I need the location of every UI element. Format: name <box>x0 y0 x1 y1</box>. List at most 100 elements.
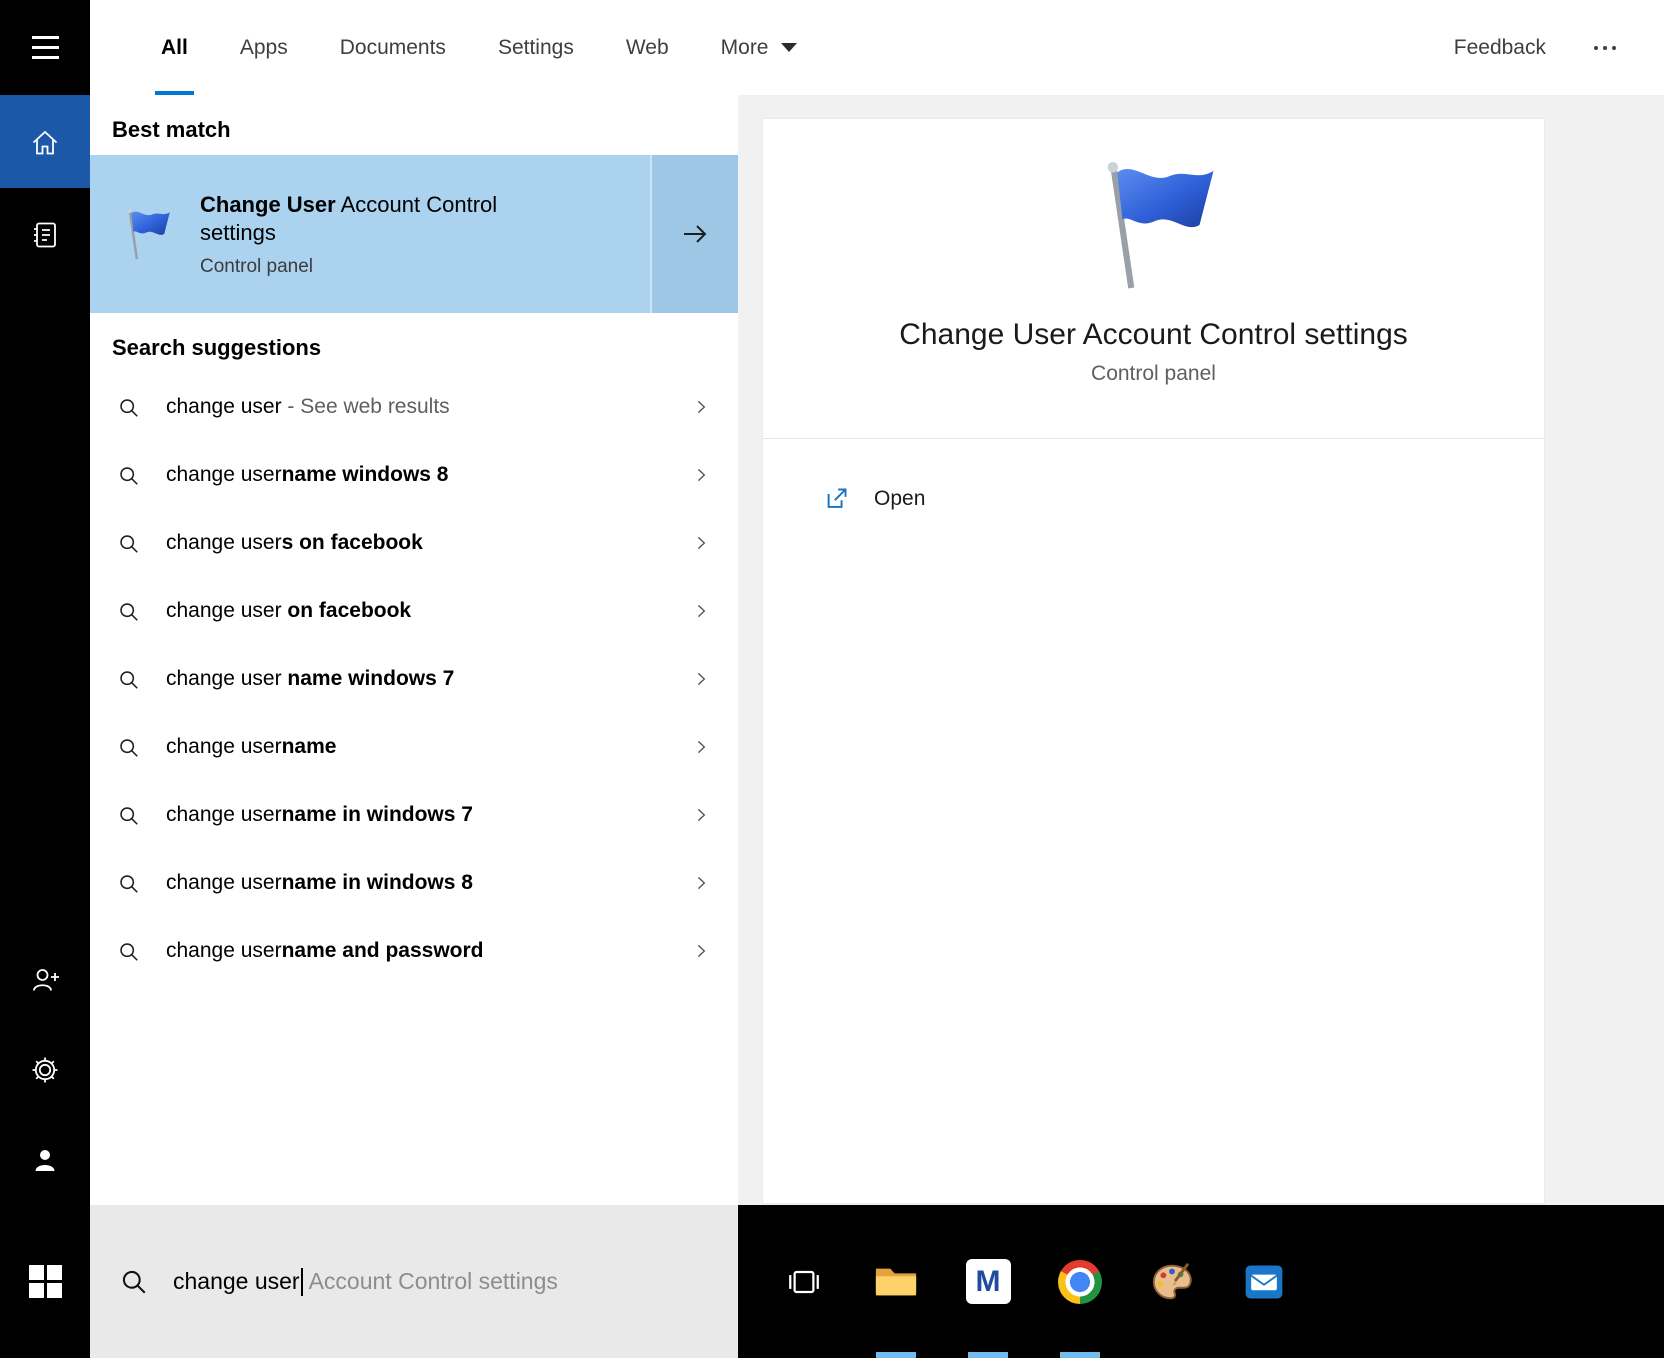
topbar-right: Feedback <box>1420 0 1664 95</box>
search-icon <box>118 805 139 826</box>
preview-title: Change User Account Control settings <box>763 318 1544 352</box>
mail-app-icon <box>1242 1260 1286 1304</box>
chevron-down-icon <box>781 43 797 52</box>
chevron-right-icon[interactable] <box>692 466 710 484</box>
more-options-icon[interactable] <box>1580 46 1664 50</box>
best-match-result[interactable]: Change User Account Control settings Con… <box>90 155 738 313</box>
search-suggestion-row[interactable]: change username and password <box>90 917 738 985</box>
search-icon <box>118 941 139 962</box>
chrome-button[interactable] <box>1034 1205 1126 1358</box>
results-panel: Best match Change User Account Control s… <box>90 95 738 1205</box>
tab-web[interactable]: Web <box>600 0 695 95</box>
tab-label: Web <box>626 36 669 60</box>
chevron-right-icon[interactable] <box>692 534 710 552</box>
paint-palette-icon <box>1149 1259 1195 1305</box>
file-explorer-button[interactable] <box>850 1205 942 1358</box>
search-suggestion-row[interactable]: change user name windows 7 <box>90 645 738 713</box>
mail-app-button[interactable] <box>1218 1205 1310 1358</box>
best-match-header: Best match <box>90 95 738 155</box>
add-user-icon <box>29 964 61 996</box>
suggestion-label: change users on facebook <box>166 531 692 555</box>
preview-subtitle: Control panel <box>763 362 1544 386</box>
preview-card-top: Change User Account Control settings Con… <box>763 119 1544 386</box>
search-suggestion-row[interactable]: change username in windows 8 <box>90 849 738 917</box>
suggestion-typed: change user <box>166 735 282 758</box>
filter-tabs-bar: All Apps Documents Settings Web More Fee… <box>90 0 1664 95</box>
flag-icon <box>118 206 174 262</box>
suggestion-label: change username in windows 8 <box>166 871 692 895</box>
suggestion-label: change username and password <box>166 939 692 963</box>
chevron-right-icon[interactable] <box>692 670 710 688</box>
search-suggestion-row[interactable]: change username <box>90 713 738 781</box>
open-action[interactable]: Open <box>763 439 1544 512</box>
suggestion-completion: name <box>282 735 337 758</box>
task-view-icon <box>784 1262 824 1302</box>
suggestion-typed: change user <box>166 599 282 622</box>
windows-logo-icon <box>29 1265 62 1298</box>
sidebar-item-account[interactable] <box>0 1115 90 1205</box>
sidebar-item-home[interactable] <box>0 95 90 188</box>
chevron-right-icon[interactable] <box>692 942 710 960</box>
start-button[interactable] <box>0 1205 90 1358</box>
search-suggestion-row[interactable]: change users on facebook <box>90 509 738 577</box>
best-match-main[interactable]: Change User Account Control settings Con… <box>90 155 650 313</box>
search-icon <box>118 533 139 554</box>
suggestions-header: Search suggestions <box>90 313 738 373</box>
open-app-indicator <box>968 1352 1008 1358</box>
search-input[interactable]: change userAccount Control settings <box>90 1205 738 1358</box>
chevron-right-icon[interactable] <box>692 806 710 824</box>
suggestion-label: change username windows 8 <box>166 463 692 487</box>
search-icon <box>118 465 139 486</box>
suggestion-label: change user name windows 7 <box>166 667 692 691</box>
suggestion-completion: s on facebook <box>282 531 423 554</box>
best-match-text: Change User Account Control settings Con… <box>200 191 540 278</box>
tab-apps[interactable]: Apps <box>214 0 314 95</box>
search-icon <box>118 397 139 418</box>
tab-label: Apps <box>240 36 288 60</box>
search-suggestion-row[interactable]: change user on facebook <box>90 577 738 645</box>
m-app-button[interactable]: M <box>942 1205 1034 1358</box>
feedback-button[interactable]: Feedback <box>1420 36 1580 60</box>
sidebar-item-settings[interactable] <box>0 1025 90 1115</box>
suggestion-completion: name windows 8 <box>282 463 449 486</box>
sidebar-item-add-account[interactable] <box>0 935 90 1025</box>
tab-documents[interactable]: Documents <box>314 0 472 95</box>
paint-button[interactable] <box>1126 1205 1218 1358</box>
preview-card: Change User Account Control settings Con… <box>762 118 1545 1204</box>
suggestion-completion: name and password <box>282 939 484 962</box>
search-icon <box>118 669 139 690</box>
chevron-right-icon[interactable] <box>692 874 710 892</box>
chrome-icon <box>1058 1260 1102 1304</box>
search-icon <box>118 737 139 758</box>
search-input-text: change userAccount Control settings <box>173 1268 558 1296</box>
folder-icon <box>873 1261 919 1303</box>
menu-button[interactable] <box>0 0 90 95</box>
chevron-right-icon[interactable] <box>692 738 710 756</box>
best-match-title-strong: Change User <box>200 192 336 217</box>
m-app-icon: M <box>966 1259 1011 1304</box>
search-suggestion-row[interactable]: change username in windows 7 <box>90 781 738 849</box>
notebook-icon <box>29 219 61 251</box>
tab-label: Settings <box>498 36 574 60</box>
arrow-right-icon <box>679 218 711 250</box>
sidebar-spacer <box>0 281 90 935</box>
search-suggestion-row[interactable]: change username windows 8 <box>90 441 738 509</box>
tab-settings[interactable]: Settings <box>472 0 600 95</box>
suggestion-label: change user on facebook <box>166 599 692 623</box>
best-match-subtitle: Control panel <box>200 256 540 278</box>
tab-label: Documents <box>340 36 446 60</box>
search-suggestion-row[interactable]: change user - See web results <box>90 373 738 441</box>
sidebar-item-journal[interactable] <box>0 188 90 281</box>
open-label: Open <box>874 487 925 511</box>
suggestion-note: - See web results <box>282 395 450 418</box>
tab-more[interactable]: More <box>695 0 823 95</box>
chevron-right-icon[interactable] <box>692 398 710 416</box>
task-view-button[interactable] <box>758 1205 850 1358</box>
tab-all[interactable]: All <box>135 0 214 95</box>
chevron-right-icon[interactable] <box>692 602 710 620</box>
search-icon <box>120 1268 147 1295</box>
suggestion-label: change username in windows 7 <box>166 803 692 827</box>
suggestion-typed: change user <box>166 531 282 554</box>
expand-result-button[interactable] <box>650 155 738 313</box>
suggestion-typed: change user <box>166 871 282 894</box>
